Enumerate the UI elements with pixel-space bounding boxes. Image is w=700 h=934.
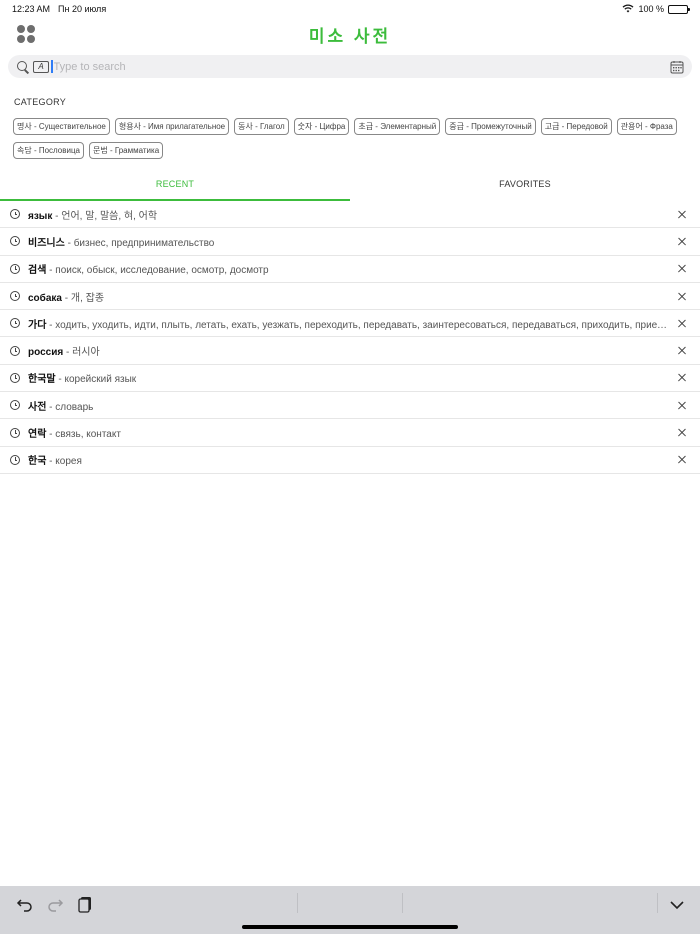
list-item[interactable]: россия - 러시아 [0, 337, 700, 365]
entry-word: 한국 [28, 456, 47, 468]
chip-adjective[interactable]: 형용사 - Имя прилагательное [114, 118, 230, 135]
chevron-down-icon[interactable] [668, 895, 686, 913]
clock-icon [10, 318, 20, 329]
list-item[interactable]: 비즈니스 - бизнес, предпринимательство [0, 228, 700, 256]
entry-word: язык [28, 210, 53, 222]
paste-icon[interactable] [76, 895, 94, 913]
entry-definition: - корея [46, 456, 82, 468]
entry-definition: - корейский язык [55, 374, 137, 386]
entry-word: 검색 [28, 265, 47, 277]
chip-number[interactable]: 숫자 - Цифра [293, 118, 350, 135]
tab-favorites[interactable]: FAVORITES [350, 173, 700, 201]
page: 12:23 AM Пн 20 июля 100 % 미소 사전 A Type t… [0, 0, 700, 934]
clock-icon [10, 209, 20, 220]
chip-elementary[interactable]: 초급 - Элементарный [354, 118, 441, 135]
entry-definition: - поиск, обыск, исследование, осмотр, до… [46, 265, 269, 277]
chip-intermediate[interactable]: 중급 - Промежуточный [445, 118, 536, 135]
list-item[interactable]: 검색 - поиск, обыск, исследование, осмотр,… [0, 256, 700, 283]
close-icon[interactable] [676, 427, 688, 439]
chip-phrase[interactable]: 관용어 - Фраза [616, 118, 677, 135]
entry-word: 한국말 [28, 374, 56, 386]
header: 미소 사전 [0, 20, 700, 48]
close-icon[interactable] [676, 235, 688, 247]
entry-definition: - 언어, 말, 말씀, 혀, 어학 [52, 210, 158, 222]
category-label: CATEGORY [14, 97, 67, 107]
list-item[interactable]: собака - 개, 잡종 [0, 283, 700, 311]
entry-definition: - связь, контакт [46, 429, 121, 441]
close-icon[interactable] [676, 263, 688, 275]
list-item[interactable]: 한국말 - корейский язык [0, 365, 700, 393]
chip-proverb[interactable]: 속담 - Пословица [13, 142, 84, 159]
entry-definition: - 개, 잡종 [61, 292, 105, 304]
chip-advanced[interactable]: 고급 - Передовой [540, 118, 612, 135]
app-title: 미소 사전 [308, 27, 392, 46]
entry-definition: - бизнес, предпринимательство [64, 237, 215, 249]
battery-percent: 100 % [638, 4, 664, 14]
toolbar-divider [402, 893, 403, 913]
close-icon[interactable] [676, 345, 688, 357]
category-chips: 명사 - Существительное 형용사 - Имя прилагате… [13, 118, 693, 166]
handwriting-icon[interactable]: A [33, 60, 49, 73]
close-icon[interactable] [676, 454, 688, 466]
close-icon[interactable] [676, 372, 688, 384]
close-icon[interactable] [676, 399, 688, 411]
entry-definition: - словарь [46, 401, 94, 413]
battery-icon [668, 4, 690, 14]
list-item[interactable]: 연락 - связь, контакт [0, 419, 700, 447]
clock-icon [10, 236, 20, 247]
toolbar-divider [657, 893, 658, 913]
wifi-icon [622, 3, 634, 15]
search-icon [16, 60, 30, 74]
home-indicator [242, 925, 458, 929]
entry-word: 가다 [28, 319, 47, 331]
search-bar[interactable]: A [8, 55, 692, 78]
redo-icon[interactable] [46, 895, 64, 913]
list-item[interactable]: 사전 - словарь [0, 392, 700, 420]
chip-noun[interactable]: 명사 - Существительное [13, 118, 110, 135]
list-item[interactable]: язык - 언어, 말, 말씀, 혀, 어학 [0, 201, 700, 229]
entry-definition: - 러시아 [63, 347, 100, 359]
close-icon[interactable] [676, 317, 688, 329]
clock-icon [10, 454, 20, 465]
entry-word: 사전 [28, 401, 47, 413]
search-input[interactable] [52, 60, 670, 73]
clock-icon [10, 291, 20, 302]
entry-word: 비즈니스 [28, 237, 65, 249]
list-item[interactable]: 한국 - корея [0, 447, 700, 474]
entry-word: 연락 [28, 429, 47, 441]
chip-grammar[interactable]: 문법 - Грамматика [89, 142, 164, 159]
clock-icon [10, 427, 20, 438]
clock-icon [10, 263, 20, 274]
status-time: 12:23 AM [12, 4, 51, 14]
close-icon[interactable] [676, 290, 688, 302]
tabs: RECENT FAVORITES [0, 173, 700, 201]
status-date: Пн 20 июля [58, 4, 107, 14]
list-item[interactable]: 가다 - ходить, уходить, идти, плыть, летат… [0, 310, 700, 338]
entry-word: собака [28, 292, 62, 304]
status-bar: 12:23 AM Пн 20 июля 100 % [0, 0, 700, 18]
clock-icon [10, 372, 20, 383]
calendar-icon[interactable] [670, 60, 684, 74]
entry-word: россия [28, 347, 64, 359]
chip-verb[interactable]: 동사 - Глагол [234, 118, 289, 135]
tab-recent[interactable]: RECENT [0, 173, 350, 201]
recent-list: язык - 언어, 말, 말씀, 혀, 어학 비즈니스 - бизнес, п… [0, 201, 700, 474]
toolbar-divider [297, 893, 298, 913]
clock-icon [10, 345, 20, 356]
entry-definition: - ходить, уходить, идти, плыть, летать, … [46, 319, 670, 331]
undo-icon[interactable] [16, 895, 34, 913]
clock-icon [10, 400, 20, 411]
close-icon[interactable] [676, 208, 688, 220]
